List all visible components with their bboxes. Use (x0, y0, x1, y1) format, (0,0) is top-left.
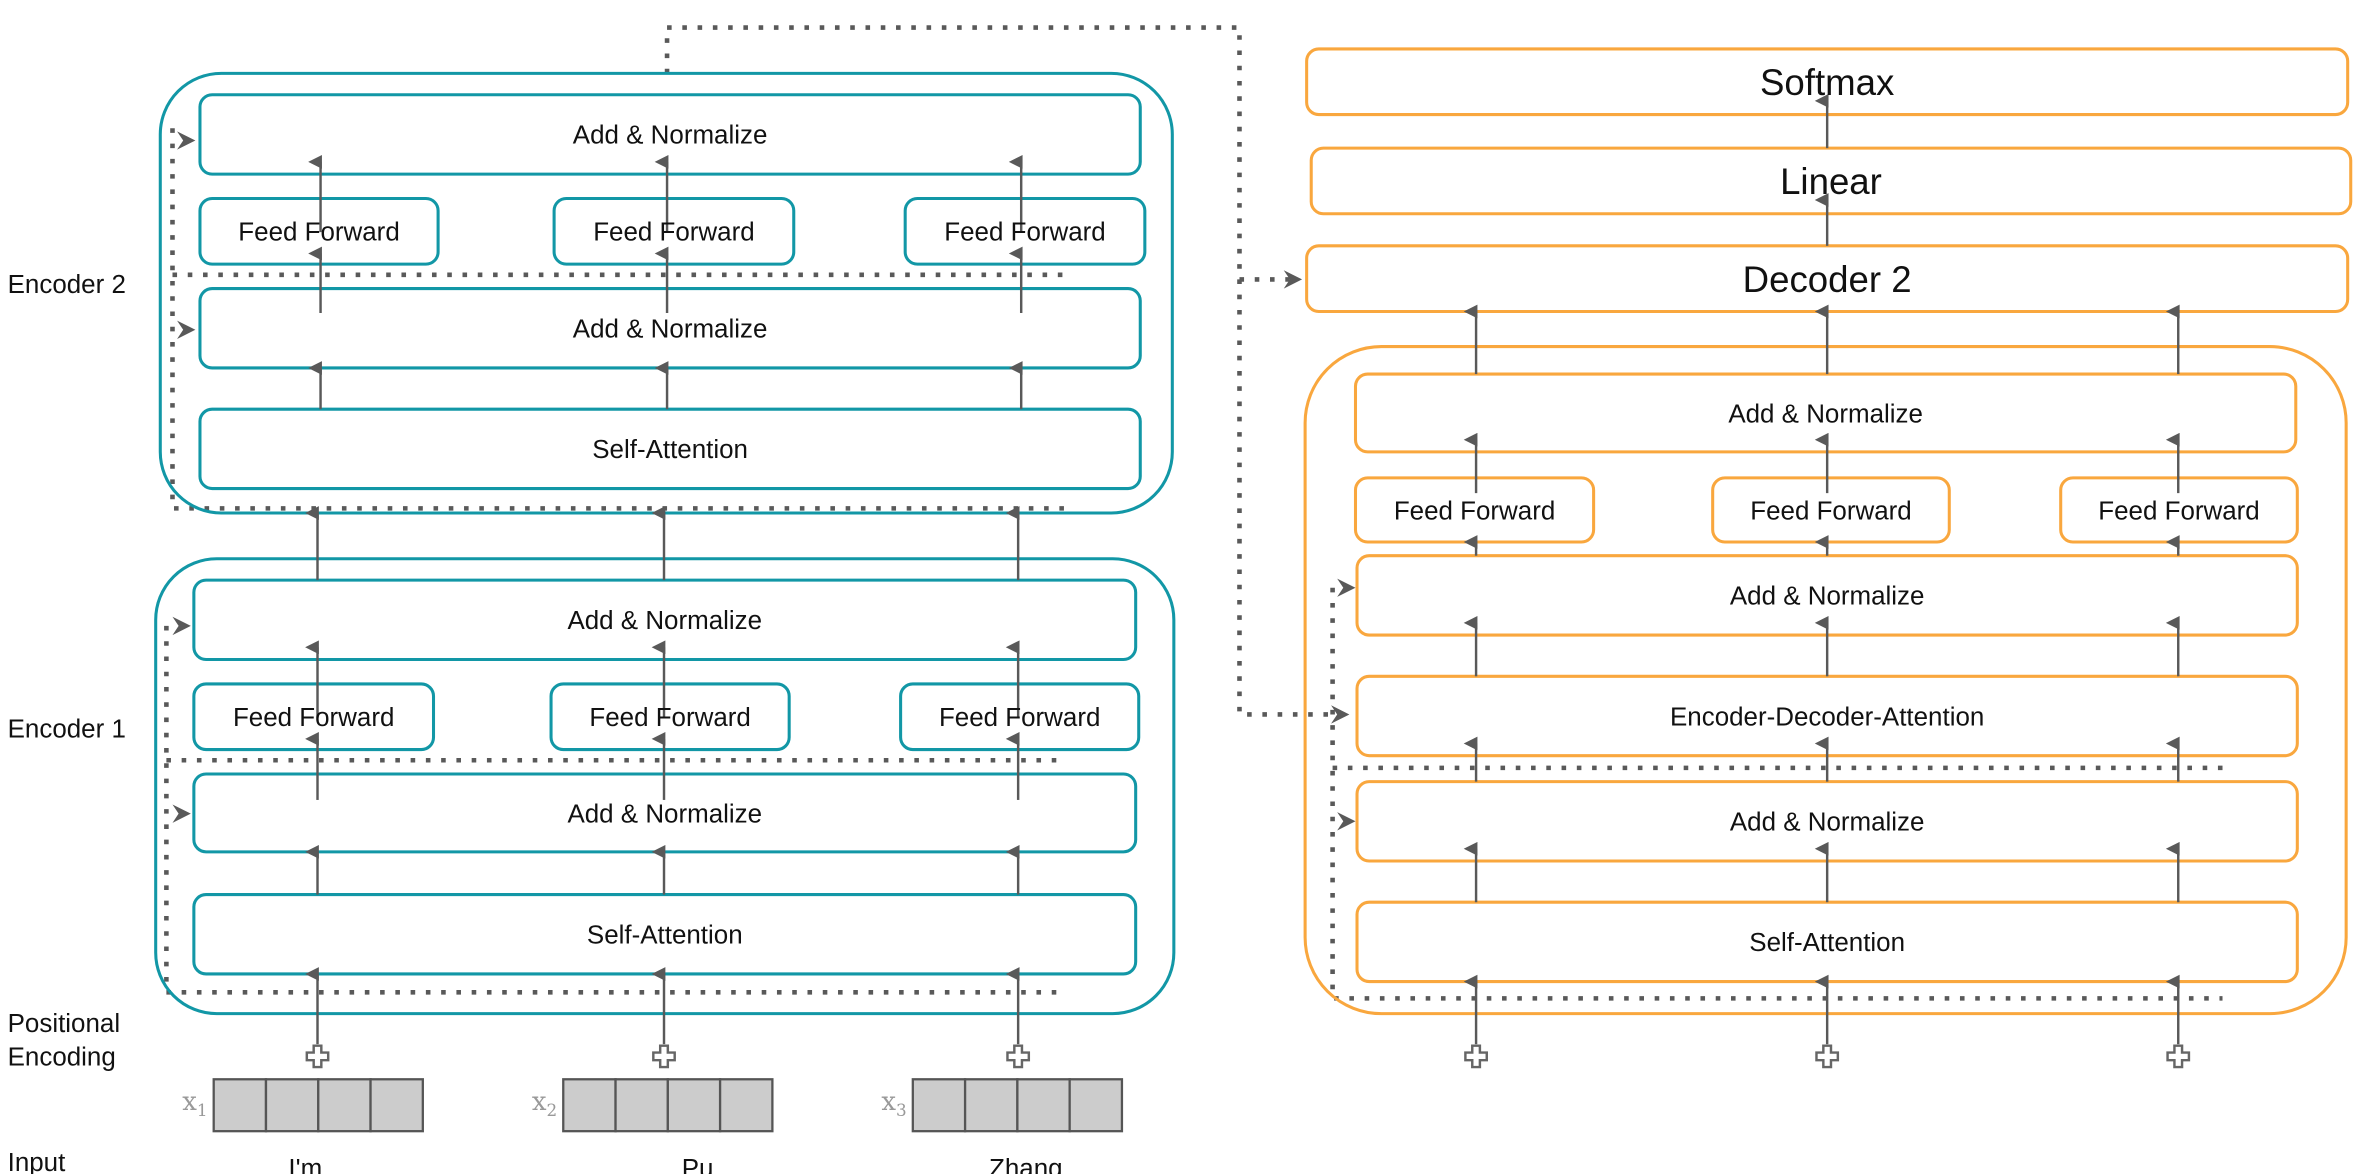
embedding-cell (369, 1078, 424, 1133)
input-symbol-letter: x (532, 1087, 547, 1117)
encoder1-feed-forward-label: Feed Forward (939, 704, 1100, 732)
input-symbol: x3 (881, 1087, 906, 1120)
residual-arrow-icon (1337, 578, 1356, 597)
embedding-cell (1068, 1078, 1124, 1133)
encoder2-add-normalize-mid-label: Add & Normalize (573, 316, 768, 344)
input-embedding-vector (911, 1078, 1124, 1133)
embedding-cell (562, 1078, 617, 1133)
decoder-self-attention-label: Self-Attention (1749, 929, 1905, 957)
encoder1-label: Encoder 1 (8, 715, 126, 743)
embedding-cell (614, 1078, 669, 1133)
embedding-cell (264, 1078, 320, 1133)
residual-arrow-icon (177, 320, 196, 339)
plus-icon (1006, 1044, 1031, 1069)
decoder2-block-label: Decoder 2 (1743, 259, 1912, 300)
residual-arrow-icon (177, 131, 196, 150)
encoder2-self-attention-label: Self-Attention (592, 436, 748, 464)
decoder-feed-forward-label: Feed Forward (1750, 497, 1911, 525)
plus-icon (652, 1044, 676, 1069)
embedding-cell (317, 1078, 372, 1133)
plus-icon (305, 1044, 330, 1069)
embedding-cell (212, 1078, 268, 1133)
embedding-cell (1016, 1078, 1071, 1133)
input-symbol: x2 (532, 1087, 557, 1120)
embedding-cell (718, 1078, 774, 1133)
encoder2-add-normalize-top-label: Add & Normalize (573, 122, 768, 150)
encoder1-add-normalize-top-label: Add & Normalize (567, 607, 762, 635)
plus-icon (2166, 1044, 2191, 1069)
encoder1-add-normalize-mid-label: Add & Normalize (567, 800, 762, 828)
plus-icon (1464, 1044, 1488, 1069)
residual-arrow-icon (1337, 812, 1356, 831)
transformer-diagram: Add & Normalize Feed Forward Feed Forward F… (8, 25, 2353, 1174)
input-symbol-index: 1 (197, 1100, 208, 1120)
decoder-feed-forward-label: Feed Forward (1394, 497, 1555, 525)
input-word: I'm (288, 1155, 322, 1174)
input-symbol-index: 2 (546, 1100, 557, 1120)
positional-encoding-label: Encoding (8, 1044, 116, 1072)
input-embedding-vector (562, 1078, 774, 1133)
decoder-add-normalize-1-label: Add & Normalize (1730, 809, 1925, 837)
softmax-layer-label: Softmax (1760, 62, 1894, 103)
residual-arrow-icon (172, 616, 191, 636)
encoder-decoder-attention-label: Encoder-Decoder-Attention (1670, 703, 1984, 731)
positional-encoding-label: Positional (8, 1010, 120, 1038)
input-word: Pu (682, 1155, 714, 1174)
residual-arrow-icon (1331, 705, 1350, 724)
input-embedding-vector (212, 1078, 424, 1133)
input-label: Input (8, 1149, 66, 1174)
plus-icon (1815, 1044, 1840, 1069)
encoder1-feed-forward-label: Feed Forward (233, 704, 394, 732)
embedding-cell (963, 1078, 1019, 1133)
input-symbol-letter: x (182, 1087, 197, 1117)
encoder2-label: Encoder 2 (8, 271, 126, 299)
encoder2-feed-forward-label: Feed Forward (593, 219, 754, 247)
encoder1-feed-forward-label: Feed Forward (589, 704, 750, 732)
embedding-cell (666, 1078, 722, 1133)
embedding-cell (911, 1078, 967, 1133)
input-word: Zhang (989, 1155, 1063, 1174)
decoder-add-normalize-2-label: Add & Normalize (1730, 583, 1925, 611)
decoder-feed-forward-label: Feed Forward (2098, 497, 2259, 525)
encoder1-self-attention-label: Self-Attention (587, 922, 743, 950)
encoder2-feed-forward-label: Feed Forward (238, 219, 399, 247)
input-symbol-index: 3 (896, 1100, 907, 1120)
decoder-add-normalize-top-label: Add & Normalize (1728, 400, 1923, 428)
input-symbol-letter: x (881, 1087, 896, 1117)
residual-arrow-icon (172, 804, 191, 823)
linear-layer-label: Linear (1780, 161, 1882, 202)
input-symbol: x1 (182, 1087, 207, 1120)
encoder2-feed-forward-label: Feed Forward (944, 219, 1105, 247)
